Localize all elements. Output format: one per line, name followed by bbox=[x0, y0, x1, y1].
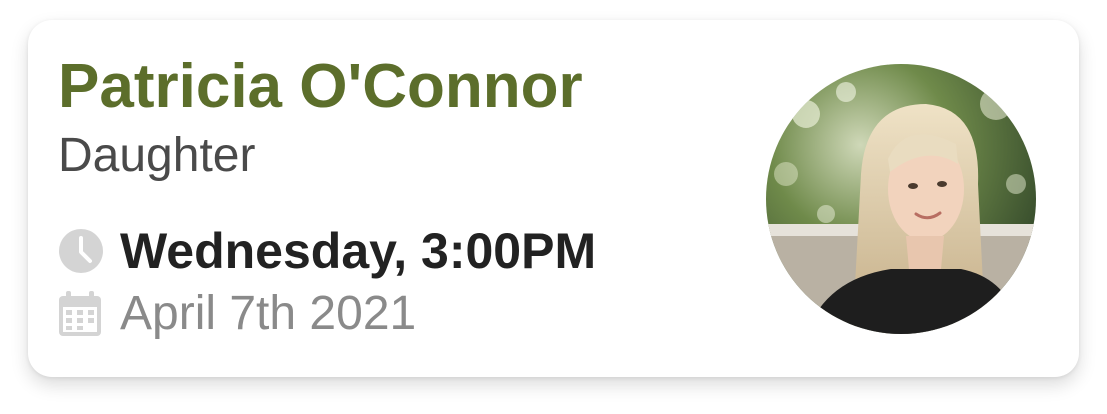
contact-name: Patricia O'Connor bbox=[58, 52, 583, 121]
clock-icon bbox=[58, 228, 104, 274]
calendar-icon bbox=[58, 291, 102, 337]
appointment-date: April 7th 2021 bbox=[120, 287, 417, 340]
contact-relationship: Daughter bbox=[58, 129, 256, 182]
appointment-date-row: April 7th 2021 bbox=[58, 290, 416, 338]
appointment-card[interactable]: Patricia O'Connor Daughter Wednesday, 3:… bbox=[28, 20, 1079, 377]
avatar bbox=[766, 64, 1036, 334]
appointment-time-row: Wednesday, 3:00PM bbox=[58, 226, 596, 276]
appointment-time: Wednesday, 3:00PM bbox=[120, 223, 597, 279]
